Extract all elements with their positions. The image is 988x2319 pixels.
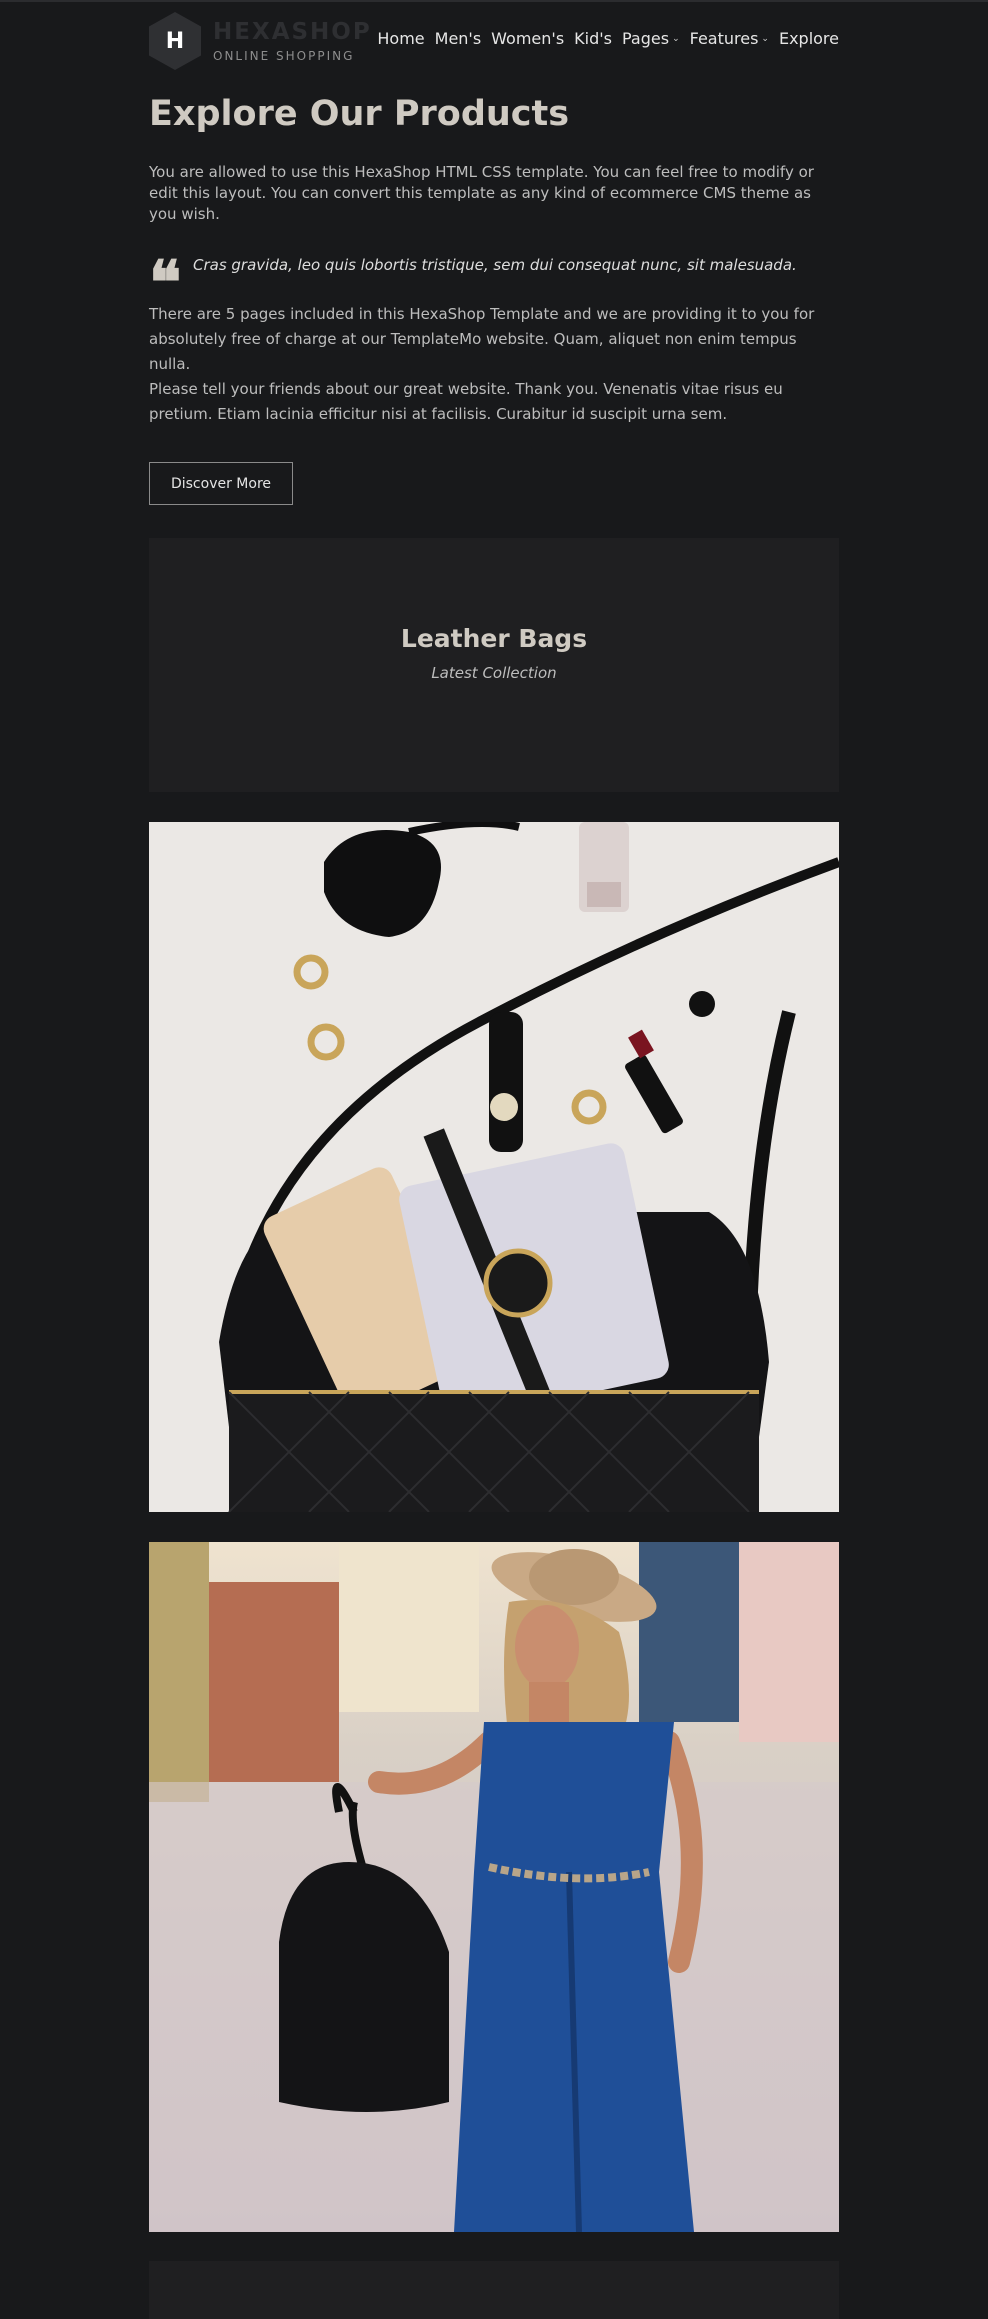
page-title: Explore Our Products	[149, 94, 570, 134]
bag-flatlay-photo	[149, 822, 839, 1512]
chevron-down-icon: ⌄	[761, 33, 769, 44]
chevron-down-icon: ⌄	[672, 33, 680, 44]
logo[interactable]: H HEXASHOP ONLINE SHOPPING	[149, 12, 372, 70]
nav-label: Explore	[778, 29, 839, 48]
intro-paragraph: You are allowed to use this HexaShop HTM…	[149, 163, 814, 223]
nav-label: Men's	[434, 29, 482, 48]
nav-item-womens[interactable]: Women's	[491, 29, 564, 48]
card-title: Leather Bags	[400, 624, 588, 653]
nav-label: Pages	[621, 29, 670, 48]
leather-bags-card[interactable]: Leather Bags Latest Collection	[149, 538, 839, 792]
nav-item-explore[interactable]: Explore	[779, 29, 839, 48]
nav-item-home[interactable]: Home	[377, 29, 424, 48]
brand-subtitle: ONLINE SHOPPING	[213, 49, 355, 63]
body-paragraph-1: There are 5 pages included in this HexaS…	[149, 305, 815, 373]
body-paragraph-2: Please tell your friends about our great…	[149, 380, 783, 423]
card-subtitle: Latest Collection	[431, 664, 557, 682]
nav-label: Women's	[491, 29, 565, 48]
nav-label: Features	[689, 29, 759, 48]
brand: HEXASHOP ONLINE SHOPPING	[213, 19, 372, 63]
nav-item-features[interactable]: Features ⌄	[690, 29, 769, 48]
woman-illustration	[149, 1542, 839, 2232]
logo-hex-icon: H	[149, 12, 201, 70]
nav-item-kids[interactable]: Kid's	[574, 29, 612, 48]
nav-label: Kid's	[574, 29, 612, 48]
main-nav: Home Men's Women's Kid's Pages ⌄ Features…	[377, 29, 839, 48]
brand-name: HEXASHOP	[213, 19, 372, 45]
next-card	[149, 2261, 839, 2319]
logo-letter: H	[165, 28, 185, 54]
discover-more-button[interactable]: Discover More	[149, 462, 293, 505]
nav-item-pages[interactable]: Pages ⌄	[622, 29, 680, 48]
woman-with-bag-photo	[149, 1542, 839, 2232]
quote-text: Cras gravida, leo quis lobortis tristiqu…	[193, 256, 797, 274]
nav-label: Home	[377, 29, 425, 48]
site-header: H HEXASHOP ONLINE SHOPPING Home Men's Wo…	[0, 2, 988, 78]
bag-flatlay-illustration	[149, 822, 839, 1512]
nav-item-mens[interactable]: Men's	[435, 29, 482, 48]
